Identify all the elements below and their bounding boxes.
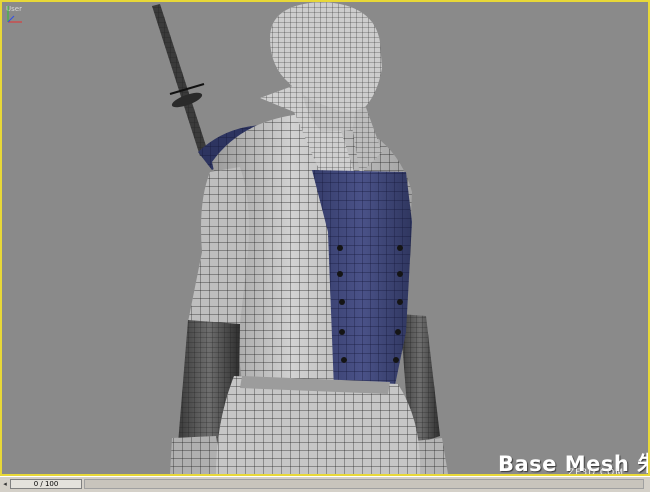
watermark: Base Mesh 朱峰社区 ZF3D.COM xyxy=(498,448,648,476)
watermark-subtext: ZF3D.COM xyxy=(568,468,624,476)
sword xyxy=(152,4,208,156)
viewport-user[interactable]: User Base Mesh 朱峰社区 ZF3D.COM xyxy=(0,0,650,476)
scene-render xyxy=(152,2,448,474)
time-slider-handle[interactable]: 0 / 100 xyxy=(10,479,82,489)
axis-tripod-icon xyxy=(7,6,22,23)
time-slider-track[interactable] xyxy=(84,479,644,489)
previous-frame-icon[interactable]: ◂ xyxy=(1,479,9,489)
time-slider-bar: ◂ 0 / 100 ▸ xyxy=(0,476,650,492)
